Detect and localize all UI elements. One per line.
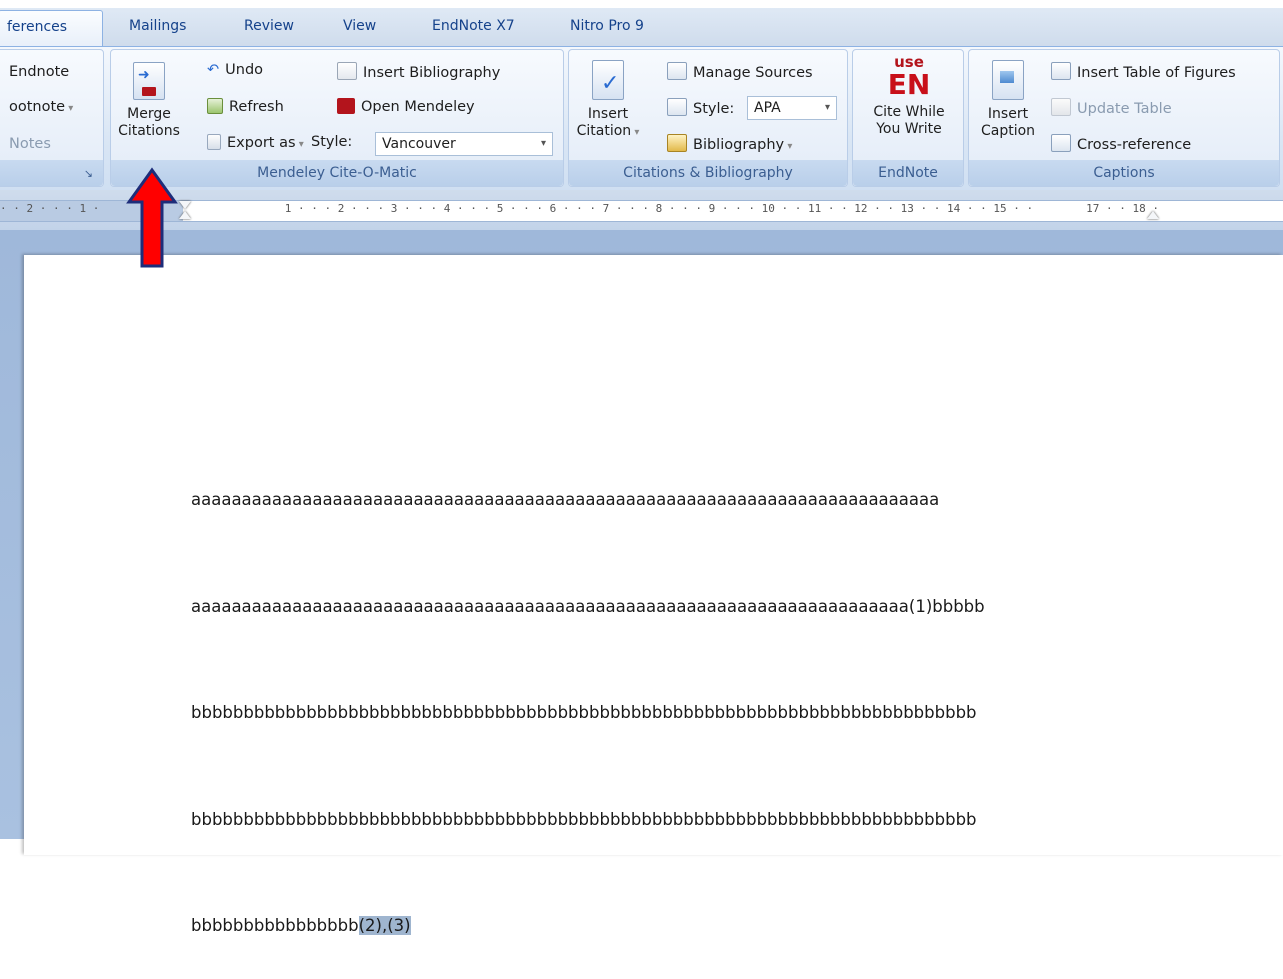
ribbon-tab-row: ferences Mailings Review View EndNote X7… [0,8,1283,50]
doc-line-5: bbbbbbbbbbbbbbbb(2),(3) [191,908,985,944]
insert-citation-line1: Insert [587,106,629,122]
dropdown-arrow-icon: ▾ [65,103,74,114]
merge-citations-button[interactable]: ➜ Merge Citations [117,62,181,140]
cross-reference-label: Cross-reference [1077,137,1192,153]
open-mendeley-label: Open Mendeley [361,99,475,115]
bibliography-button[interactable]: Bibliography ▾ [667,134,792,153]
undo-icon: ↶ [207,62,220,78]
insert-caption-line1: Insert [987,106,1029,122]
export-icon [207,134,221,150]
update-table-button[interactable]: Update Table [1051,98,1172,117]
show-notes-button[interactable]: Notes [9,136,51,152]
doc-line-5-text: bbbbbbbbbbbbbbbb [191,916,359,935]
insert-citation-line2: Citation [576,123,632,139]
style-icon [667,98,687,116]
manage-sources-label: Manage Sources [693,65,813,81]
citations-group-label: Citations & Bibliography [569,160,847,186]
horizontal-ruler[interactable]: · · 2 · · · 1 · 1 · · · 2 · · · 3 · · · … [0,200,1283,222]
right-indent-marker-icon[interactable] [1147,211,1159,219]
manage-sources-button[interactable]: Manage Sources [667,62,813,81]
dropdown-arrow-icon: ▾ [631,127,640,138]
undo-label: Undo [225,62,264,78]
tab-endnote-x7[interactable]: EndNote X7 [432,18,515,34]
top-strip [0,0,1283,8]
next-footnote-label: ootnote [9,99,66,115]
cross-reference-icon [1051,134,1071,152]
merge-label-line1: Merge [127,106,171,122]
insert-caption-button[interactable]: Insert Caption [973,60,1043,140]
tab-mailings[interactable]: Mailings [129,18,186,34]
tab-review[interactable]: Review [244,18,294,34]
mendeley-logo-icon [337,98,355,114]
export-label: Export as [227,135,296,151]
doc-line-3: bbbbbbbbbbbbbbbbbbbbbbbbbbbbbbbbbbbbbbbb… [191,703,977,722]
dialog-launcher-icon[interactable]: ↘ [84,167,93,180]
tab-view[interactable]: View [343,18,376,34]
next-footnote-button[interactable]: ootnote ▾ [9,99,73,115]
refresh-button[interactable]: Refresh [207,98,284,115]
doc-line-4: bbbbbbbbbbbbbbbbbbbbbbbbbbbbbbbbbbbbbbbb… [191,809,977,829]
selected-citations[interactable]: (2),(3) [358,916,411,935]
dropdown-arrow-icon: ▾ [295,139,304,150]
footnotes-group-label: ↘ [0,160,103,186]
insert-citation-line2-wrap: Citation ▾ [573,123,643,141]
undo-button[interactable]: ↶ Undo [207,62,263,78]
table-of-figures-label: Insert Table of Figures [1077,65,1236,81]
chevron-down-icon: ▾ [824,102,830,113]
mendeley-style-value: Vancouver [382,136,456,152]
open-mendeley-button[interactable]: Open Mendeley [337,98,475,115]
endnote-group-label: EndNote [853,160,963,186]
dropdown-arrow-icon: ▾ [784,141,793,152]
insert-citation-icon: ✓ [592,60,624,100]
citation-style-label: Style: [667,98,734,117]
cite-while-you-write-button[interactable]: use EN Cite While You Write [857,54,961,138]
insert-bibliography-icon [337,62,357,80]
refresh-icon [207,98,223,114]
insert-caption-icon [992,60,1024,100]
mendeley-style-dropdown[interactable]: Vancouver ▾ [375,132,553,156]
export-as-button[interactable]: Export as ▾ [207,134,304,151]
insert-endnote-button[interactable]: Endnote [9,64,69,80]
insert-caption-line2: Caption [980,123,1036,139]
refresh-label: Refresh [229,99,284,115]
insert-table-of-figures-button[interactable]: Insert Table of Figures [1051,62,1236,81]
en-logo-icon: EN [887,68,931,101]
merge-label-line2: Citations [118,123,180,139]
manage-sources-icon [667,62,687,80]
cross-reference-button[interactable]: Cross-reference [1051,134,1191,153]
mendeley-style-label: Style: [311,134,353,150]
captions-group-label: Captions [969,160,1279,186]
doc-line-1: aaaaaaaaaaaaaaaaaaaaaaaaaaaaaaaaaaaaaaaa… [191,490,940,509]
citations-bibliography-group: ✓ Insert Citation ▾ Manage Sources Style… [568,49,848,187]
tab-references[interactable]: ferences [0,10,103,50]
ribbon: Endnote ootnote ▾ Notes ↘ ➜ Merge Citati… [0,46,1283,191]
doc-line-2: aaaaaaaaaaaaaaaaaaaaaaaaaaaaaaaaaaaaaaaa… [191,596,985,616]
table-of-figures-icon [1051,62,1071,80]
bibliography-icon [667,134,687,152]
bibliography-label: Bibliography [693,137,785,153]
update-table-icon [1051,98,1071,116]
update-table-label: Update Table [1077,101,1172,117]
tab-nitro-pro-9[interactable]: Nitro Pro 9 [570,18,644,34]
citation-style-value: APA [754,100,781,116]
insert-citation-button[interactable]: ✓ Insert Citation ▾ [573,60,643,141]
citation-style-dropdown[interactable]: APA ▾ [747,96,837,120]
endnote-group: use EN Cite While You Write EndNote [852,49,964,187]
footnotes-group: Endnote ootnote ▾ Notes ↘ [0,49,104,187]
document-body[interactable]: aaaaaaaaaaaaaaaaaaaaaaaaaaaaaaaaaaaaaaaa… [191,411,985,979]
cite-while-line2: You Write [876,121,942,137]
merge-citations-icon: ➜ [133,62,165,100]
annotation-arrow-icon [126,167,178,268]
insert-bibliography-label: Insert Bibliography [363,65,501,81]
captions-group: Insert Caption Insert Table of Figures U… [968,49,1280,187]
chevron-down-icon: ▾ [540,138,546,149]
insert-bibliography-button[interactable]: Insert Bibliography [337,62,500,81]
cite-while-line1: Cite While [873,104,945,120]
